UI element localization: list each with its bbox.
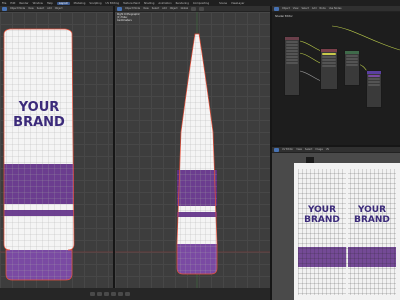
brand-text-front: YOUR BRAND	[13, 100, 65, 130]
menu-select[interactable]: Select	[305, 148, 312, 151]
node-link	[331, 25, 400, 51]
menu-view[interactable]: View	[296, 148, 302, 151]
tab-animation[interactable]: Animation	[158, 2, 171, 5]
menu-help[interactable]: Help	[47, 2, 53, 5]
viewport-mid-canvas[interactable]: Right Orthographic (1) Tube Centimeters	[115, 12, 270, 288]
menu-object[interactable]: Object	[282, 7, 290, 10]
viewport-left[interactable]: Object Mode View Select Add Object YOUR …	[0, 6, 113, 288]
menu-add[interactable]: Add	[47, 7, 52, 10]
editor-type-button[interactable]	[274, 147, 279, 152]
uv-editor-canvas[interactable]: YOUR BRAND YOUR BRAND	[272, 153, 400, 300]
tab-rendering[interactable]: Rendering	[176, 2, 189, 5]
menu-select[interactable]: Select	[37, 7, 44, 10]
scene-selector[interactable]: Scene	[219, 2, 227, 5]
node-image-texture[interactable]	[320, 48, 338, 90]
tube-front-view	[0, 28, 113, 281]
tube-side-view	[115, 12, 270, 288]
menu-image[interactable]: Image	[315, 148, 323, 151]
uv-brand-text-left: YOUR BRAND	[304, 205, 340, 225]
next-keyframe-button[interactable]	[118, 292, 123, 296]
editor-type-button[interactable]	[117, 6, 122, 11]
viewport-left-canvas[interactable]: YOUR BRAND	[0, 12, 113, 288]
uv-texture-image: YOUR BRAND YOUR BRAND	[294, 163, 400, 300]
mode-selector[interactable]: Object Mode	[125, 7, 140, 10]
tab-sculpting[interactable]: Sculpting	[89, 2, 101, 5]
menu-add[interactable]: Add	[312, 7, 317, 10]
play-reverse-button[interactable]	[104, 292, 109, 296]
uv-wireframe	[298, 169, 396, 295]
uv-island-right	[348, 169, 396, 295]
node-mix-shader[interactable]	[366, 70, 382, 108]
menu-edit[interactable]: Edit	[10, 2, 15, 5]
tab-texture-paint[interactable]: Texture Paint	[123, 2, 140, 5]
jump-start-button[interactable]	[90, 292, 95, 296]
editor-type-button[interactable]	[2, 6, 7, 11]
menu-file[interactable]: File	[2, 2, 6, 5]
node-texture-coordinate[interactable]	[284, 36, 300, 96]
tab-compositing[interactable]: Compositing	[193, 2, 209, 5]
shader-editor[interactable]: Object View Select Add Node Use Nodes Sh…	[272, 6, 400, 145]
menu-view[interactable]: View	[293, 7, 299, 10]
view-layer-selector[interactable]: ViewLayer	[231, 2, 244, 5]
snap-button[interactable]	[191, 6, 197, 11]
use-nodes-toggle[interactable]: Use Nodes	[329, 7, 342, 10]
menu-object[interactable]: Object	[55, 7, 63, 10]
prev-keyframe-button[interactable]	[97, 292, 102, 296]
menu-window[interactable]: Window	[33, 2, 43, 5]
timeline[interactable]	[0, 288, 270, 300]
play-button[interactable]	[111, 292, 116, 296]
menu-object[interactable]: Object	[170, 7, 178, 10]
menu-uv[interactable]: UV	[326, 148, 329, 151]
tab-shading[interactable]: Shading	[144, 2, 155, 5]
menu-view[interactable]: View	[28, 7, 34, 10]
proportional-edit-button[interactable]	[199, 6, 205, 11]
playback-controls	[0, 288, 270, 296]
menu-render[interactable]: Render	[19, 2, 28, 5]
uv-editor[interactable]: UV Editor View Select Image UV YOUR BRAN…	[272, 147, 400, 300]
menu-node[interactable]: Node	[320, 7, 326, 10]
uv-island-left	[298, 169, 346, 295]
uv-brand-text-right: YOUR BRAND	[354, 205, 390, 225]
mode-selector[interactable]: Object Mode	[10, 7, 25, 10]
tube-wireframe	[4, 29, 74, 250]
menu-select[interactable]: Select	[152, 7, 159, 10]
editor-type-button[interactable]	[274, 6, 279, 11]
menu-view[interactable]: View	[143, 7, 149, 10]
menu-add[interactable]: Add	[162, 7, 167, 10]
viewport-info-overlay: Right Orthographic (1) Tube Centimeters	[117, 13, 140, 22]
viewport-mid[interactable]: Object Mode View Select Add Object Globa…	[115, 6, 270, 288]
editor-mode-selector[interactable]: UV Editor	[282, 148, 293, 151]
tab-modeling[interactable]: Modeling	[74, 2, 86, 5]
tab-layout[interactable]: Layout	[56, 1, 70, 5]
jump-end-button[interactable]	[125, 292, 130, 296]
transform-orientation[interactable]: Global	[181, 7, 189, 10]
node-principled-bsdf[interactable]	[344, 50, 360, 86]
tab-uv-editing[interactable]: UV Editing	[106, 2, 120, 5]
purple-stripe	[4, 210, 74, 216]
menu-select[interactable]: Select	[301, 7, 308, 10]
